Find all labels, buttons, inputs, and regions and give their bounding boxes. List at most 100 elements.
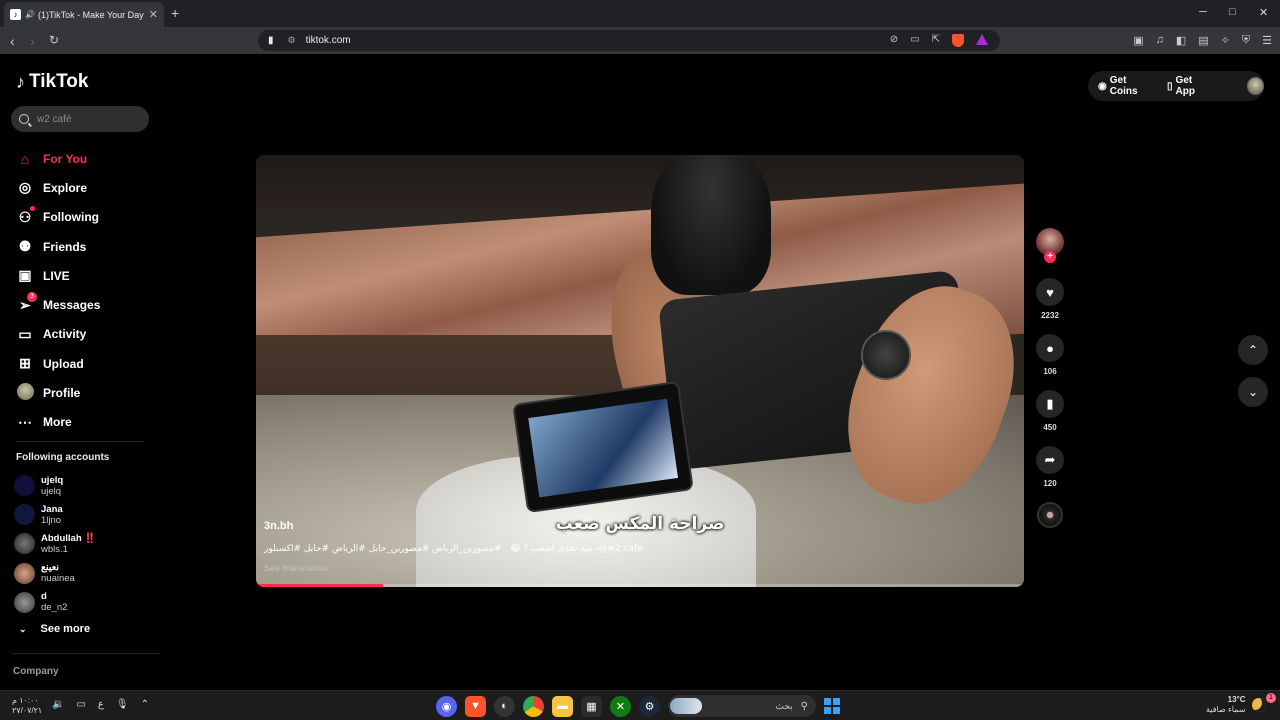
share-icon[interactable]: ⇱ [932,34,940,47]
media-icon[interactable]: ♫ [1156,34,1164,47]
site-settings-icon[interactable]: ⚙ [288,35,296,46]
search-input[interactable]: w2 café [11,106,149,132]
tiktok-logo[interactable]: ♪ TikTok [16,71,88,93]
windows-start-icon[interactable] [824,698,840,714]
network-icon[interactable]: ▭ [76,699,85,710]
brave-shield-icon[interactable] [952,34,964,47]
tray-overflow-icon[interactable]: ⌃ [141,699,149,710]
forward-icon[interactable]: › [30,33,35,49]
following-account[interactable]: Abdullah ‼️ wbls.1 [14,529,96,558]
video-author[interactable]: 3n.bh [264,520,293,532]
user-avatar[interactable] [1246,77,1264,95]
chrome-icon[interactable] [523,695,544,717]
bookmark-icon[interactable]: ▮ [268,35,274,46]
brave-icon[interactable]: ▼ [465,695,486,717]
see-translation-link[interactable]: See translation [264,563,329,573]
browser-tab[interactable]: ♪ 🔊 (1)TikTok - Make Your Day ✕ [4,2,164,27]
toolbar-right: ▣ ♫ ◧ ▤ ✧ ⛨ ☰ [1133,34,1272,47]
back-icon[interactable]: ‹ [10,33,15,49]
get-coins-button[interactable]: ◉ Get Coins [1098,75,1155,97]
taskbar-search-text: بحث [775,700,793,711]
like-button[interactable]: ♥ 2232 [1034,278,1066,320]
steam-icon[interactable]: ⚙ [639,695,660,717]
wallet-icon[interactable]: ▤ [1198,34,1208,47]
get-app-button[interactable]: ▯ Get App [1167,75,1212,97]
reload-icon[interactable]: ↻ [49,33,59,47]
obs-icon[interactable]: ◐ [494,695,515,717]
store-icon[interactable]: ▦ [581,695,602,717]
nav-live[interactable]: ▣ LIVE [16,261,100,290]
share-button[interactable]: ➦ 120 [1034,446,1066,488]
input-language[interactable]: ع [98,699,104,710]
cast-icon[interactable]: ▭ [910,34,919,47]
music-disc-icon[interactable] [1037,502,1063,528]
taskbar-search[interactable]: بحث ⚲ [668,695,816,717]
profile-icon [16,383,34,403]
video-progress-bar[interactable] [256,584,1024,587]
nav-messages[interactable]: ➢ 3 Messages [16,290,100,319]
account-handle: wbls.1 [41,543,68,555]
video-player[interactable]: صراحة المكس صعب 3n.bh مية تحدي اصعب ؟ 😂 … [256,155,1024,587]
clock[interactable]: ١٠:٠٠ م ٢٧/٠٧/٢١ [12,696,42,716]
compass-icon: ◎ [18,179,32,196]
taskbar-apps: ◉ ▼ ◐ ▬ ▦ ✕ ⚙ بحث ⚲ [436,695,840,717]
more-icon: ⋯ [18,413,32,430]
save-button[interactable]: ▮ 450 [1034,390,1066,432]
account-handle: 1ljno [41,514,62,526]
previous-video-button[interactable]: ⌃ [1238,335,1268,365]
nav-profile[interactable]: Profile [16,378,100,407]
maximize-button[interactable]: □ [1229,6,1236,18]
vpn-icon[interactable]: ⛨ [1242,34,1250,47]
top-actions: ◉ Get Coins ▯ Get App [1088,71,1264,101]
account-name: ujelq [41,474,64,486]
minimize-button[interactable]: ─ [1199,6,1207,18]
sidebar-icon[interactable]: ◧ [1176,34,1186,47]
window-close-button[interactable]: ✕ [1259,6,1268,19]
see-more-button[interactable]: ⌄ See more [19,623,90,635]
camera-lens [651,155,771,295]
following-account[interactable]: ujelq ujelq [14,471,96,500]
comment-button[interactable]: ● 106 [1034,334,1066,376]
camera-screen [512,380,694,514]
live-icon: ▣ [18,267,32,284]
screenshot-icon[interactable]: ▣ [1133,34,1143,47]
audio-playing-icon[interactable]: 🔊 [25,10,35,19]
account-handle: nuainea [41,573,75,585]
bookmark-icon: ▮ [1036,390,1064,418]
notification-badge[interactable]: 1 [1266,693,1276,703]
volume-icon[interactable]: 🔉 [52,699,64,710]
nav-activity[interactable]: ▭ Activity [16,320,100,349]
logo-text: TikTok [29,71,89,92]
discord-icon[interactable]: ◉ [436,695,457,717]
weather-widget[interactable]: 13°C سماء صافية [1206,695,1246,715]
nav-for-you[interactable]: ⌂ For You [16,144,100,173]
nav-friends[interactable]: ⚉ Friends [16,232,100,261]
xbox-icon[interactable]: ✕ [610,695,631,717]
video-description: مية تحدي اصعب ؟ 😂 . #مصورين_الرياض #مصور… [264,544,643,554]
file-explorer-icon[interactable]: ▬ [552,695,573,717]
chevron-up-icon: ⌃ [1247,343,1259,357]
creator-avatar[interactable]: + [1036,228,1064,263]
nav-explore[interactable]: ◎ Explore [16,173,100,202]
following-account[interactable]: Jana 1ljno [14,500,96,529]
nav-label: For You [43,151,88,166]
following-account[interactable]: d de_n2 [14,588,96,617]
nav-more[interactable]: ⋯ More [16,408,100,437]
leo-ai-icon[interactable]: ✧ [1221,34,1230,47]
brave-rewards-icon[interactable] [976,34,988,45]
avatar [14,562,35,584]
new-tab-button[interactable]: + [171,5,179,21]
following-account[interactable]: نعينع nuainea [14,559,96,588]
url-field[interactable]: ▮ ⚙ tiktok.com ⊘ ▭ ⇱ [258,30,1000,51]
like-count: 2232 [1041,311,1059,320]
company-link[interactable]: Company [13,666,59,677]
no-translate-icon[interactable]: ⊘ [890,34,898,47]
menu-icon[interactable]: ☰ [1262,34,1272,47]
follow-plus-icon[interactable]: + [1044,251,1056,263]
next-video-button[interactable]: ⌄ [1238,377,1268,407]
close-tab-icon[interactable]: ✕ [149,8,158,21]
nav-upload[interactable]: ⊞ Upload [16,349,100,378]
get-app-label: Get App [1175,75,1195,97]
nav-following[interactable]: ⚇ Following [16,203,100,232]
microphone-icon[interactable]: 🎙 [116,699,129,710]
